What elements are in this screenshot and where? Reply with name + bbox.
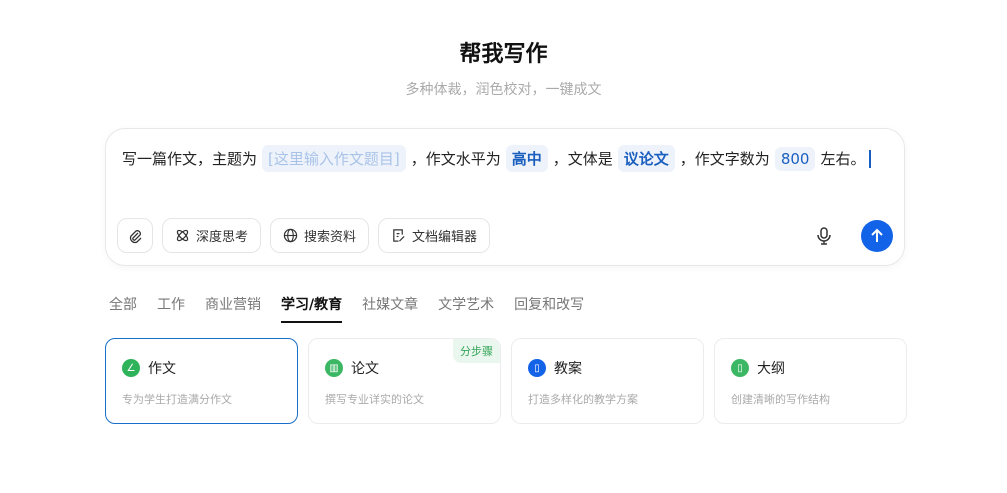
search-label: 搜索资料 <box>304 230 357 245</box>
card-desc: 打造多样化的教学方案 <box>528 393 638 406</box>
edit-doc-icon <box>393 229 405 242</box>
tab-all[interactable]: 全部 <box>109 294 137 323</box>
card-desc: 撰写专业详实的论文 <box>325 393 424 406</box>
card-paper[interactable]: 分步骤 ▥ 论文 撰写专业详实的论文 <box>308 338 501 424</box>
prompt-segment: 左右。 <box>820 150 866 168</box>
card-lesson-plan[interactable]: ▯ 教案 打造多样化的教学方案 <box>511 338 704 424</box>
topic-slot[interactable]: [这里输入作文题目] <box>262 145 406 172</box>
card-essay[interactable]: ∠ 作文 专为学生打造满分作文 <box>105 338 298 424</box>
card-desc: 专为学生打造满分作文 <box>122 393 232 406</box>
doc-editor-label: 文档编辑器 <box>412 230 478 245</box>
prompt-segment: ，文体是 <box>552 150 613 168</box>
prompt-text[interactable]: 写一篇作文，主题为 [这里输入作文题目] ，作文水平为 高中 ，文体是 议论文 … <box>122 145 871 172</box>
deep-think-button[interactable]: 深度思考 <box>162 218 262 253</box>
prompt-input-box[interactable]: 写一篇作文，主题为 [这里输入作文题目] ，作文水平为 高中 ，文体是 议论文 … <box>105 128 905 266</box>
tab-social[interactable]: 社媒文章 <box>362 294 418 323</box>
step-badge: 分步骤 <box>453 339 500 363</box>
pen-icon: ∠ <box>122 359 140 377</box>
document-icon: ▯ <box>731 359 749 377</box>
attach-button[interactable] <box>117 218 153 253</box>
category-tabs: 全部 工作 商业营销 学习/教育 社媒文章 文学艺术 回复和改写 <box>109 294 584 323</box>
level-slot[interactable]: 高中 <box>505 145 548 172</box>
tab-education[interactable]: 学习/教育 <box>281 294 343 323</box>
microphone-icon[interactable] <box>814 226 834 246</box>
deep-think-label: 深度思考 <box>196 230 249 245</box>
card-desc: 创建清晰的写作结构 <box>731 393 830 406</box>
atom-icon <box>176 229 189 242</box>
prompt-segment: ，作文字数为 <box>679 150 770 168</box>
chart-icon: ▥ <box>325 359 343 377</box>
send-button[interactable] <box>861 220 893 252</box>
text-caret <box>869 149 871 168</box>
card-title: 论文 <box>351 361 379 377</box>
page-title: 帮我写作 <box>459 42 548 67</box>
count-slot[interactable]: 800 <box>774 146 816 171</box>
globe-icon <box>283 228 298 243</box>
prompt-segment: 写一篇作文，主题为 <box>122 150 258 168</box>
book-icon: ▯ <box>528 359 546 377</box>
tab-marketing[interactable]: 商业营销 <box>205 294 261 323</box>
doc-editor-button[interactable]: 文档编辑器 <box>378 218 491 253</box>
paperclip-icon <box>129 229 142 243</box>
card-outline[interactable]: ▯ 大纲 创建清晰的写作结构 <box>714 338 907 424</box>
tab-literature[interactable]: 文学艺术 <box>438 294 494 323</box>
card-title: 作文 <box>148 361 176 377</box>
prompt-segment: ，作文水平为 <box>410 150 501 168</box>
page-subtitle: 多种体裁，润色校对，一键成文 <box>405 82 602 98</box>
arrow-up-icon <box>871 228 883 242</box>
search-button[interactable]: 搜索资料 <box>270 218 370 253</box>
tab-work[interactable]: 工作 <box>157 294 185 323</box>
card-title: 教案 <box>554 361 582 377</box>
genre-slot[interactable]: 议论文 <box>617 145 675 172</box>
tab-reply-rewrite[interactable]: 回复和改写 <box>514 294 584 323</box>
card-title: 大纲 <box>757 361 785 377</box>
